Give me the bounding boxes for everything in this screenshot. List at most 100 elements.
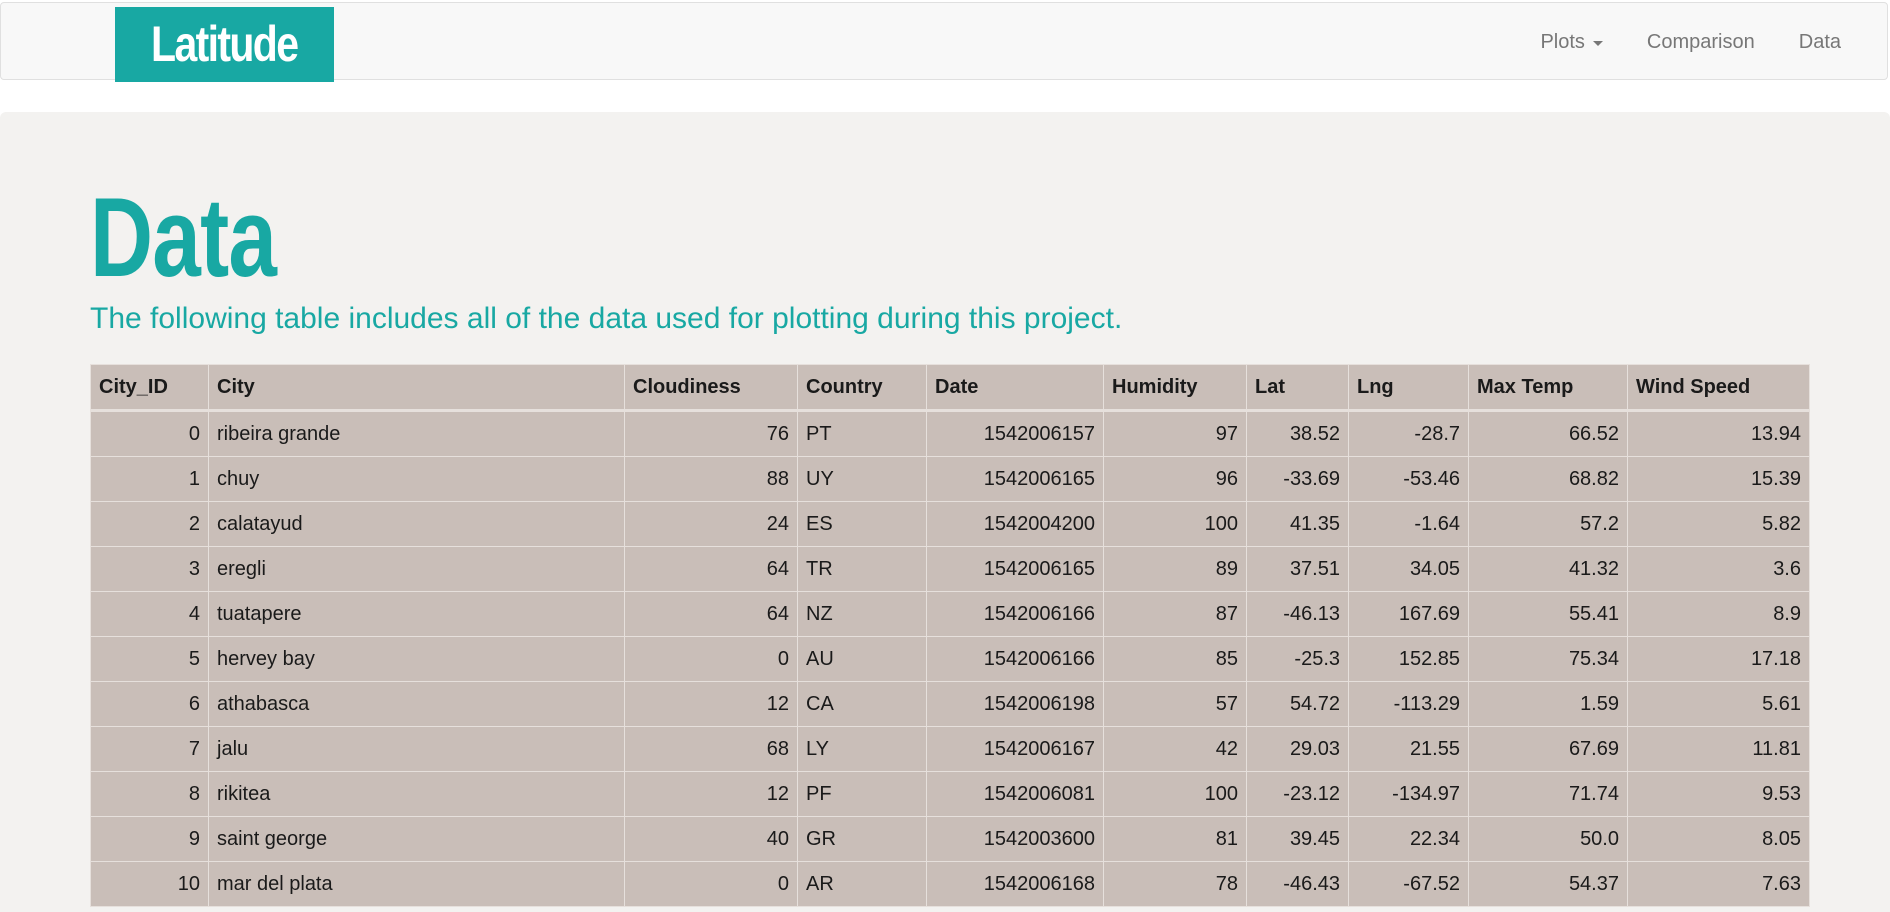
table-cell: -67.52 <box>1348 861 1469 907</box>
table-cell: -28.7 <box>1348 410 1469 457</box>
table-cell: 1542003600 <box>926 816 1104 862</box>
table-cell: 42 <box>1103 726 1247 772</box>
table-cell: 71.74 <box>1468 771 1628 817</box>
table-cell: 8.9 <box>1627 591 1810 637</box>
table-cell: saint george <box>208 816 625 862</box>
column-header-wind-speed[interactable]: Wind Speed <box>1627 364 1810 412</box>
page-title-text: Data <box>90 175 277 300</box>
table-cell: 55.41 <box>1468 591 1628 637</box>
table-cell: 8.05 <box>1627 816 1810 862</box>
table-cell: 41.32 <box>1468 546 1628 592</box>
page-title: Data <box>90 182 329 294</box>
table-cell: 1.59 <box>1468 681 1628 727</box>
table-cell: 13.94 <box>1627 410 1810 457</box>
table-cell: 0 <box>624 636 798 682</box>
column-header-max-temp[interactable]: Max Temp <box>1468 364 1628 412</box>
table-cell: 85 <box>1103 636 1247 682</box>
table-cell: rikitea <box>208 771 625 817</box>
table-cell: 41.35 <box>1246 501 1349 547</box>
table-cell: 64 <box>624 591 798 637</box>
table-cell: AR <box>797 861 927 907</box>
table-cell: chuy <box>208 456 625 502</box>
data-table: City_ID City Cloudiness Country Date Hum… <box>90 364 1810 907</box>
table-row: 0 ribeira grande 76 PT 1542006157 97 38.52 -28.… <box>90 410 1810 457</box>
table-row: 3 eregli 64 TR 1542006165 89 37.51 34.05 41.32 3.… <box>90 546 1810 592</box>
column-header-lat[interactable]: Lat <box>1246 364 1349 412</box>
table-cell: 89 <box>1103 546 1247 592</box>
table-cell: 8 <box>90 771 209 817</box>
navbar: Latitude Plots Comparison Data <box>0 2 1888 82</box>
table-cell: 0 <box>624 861 798 907</box>
table-cell: 76 <box>624 410 798 457</box>
table-cell: 24 <box>624 501 798 547</box>
brand-label: Latitude <box>151 16 299 72</box>
table-cell: -134.97 <box>1348 771 1469 817</box>
table-row: 9 saint george 40 GR 1542003600 81 39.45 22.34 5… <box>90 816 1810 862</box>
table-cell: -33.69 <box>1246 456 1349 502</box>
table-cell: 2 <box>90 501 209 547</box>
table-cell: AU <box>797 636 927 682</box>
table-cell: 9.53 <box>1627 771 1810 817</box>
table-cell: eregli <box>208 546 625 592</box>
table-cell: 5.82 <box>1627 501 1810 547</box>
table-cell: 167.69 <box>1348 591 1469 637</box>
table-cell: 37.51 <box>1246 546 1349 592</box>
table-row: 10 mar del plata 0 AR 1542006168 78 -46.43 -67.… <box>90 861 1810 907</box>
table-cell: 1542004200 <box>926 501 1104 547</box>
table-cell: 9 <box>90 816 209 862</box>
table-cell: 11.81 <box>1627 726 1810 772</box>
column-header-country[interactable]: Country <box>797 364 927 412</box>
table-cell: 15.39 <box>1627 456 1810 502</box>
table-cell: 7.63 <box>1627 861 1810 907</box>
table-cell: 88 <box>624 456 798 502</box>
table-row: 4 tuatapere 64 NZ 1542006166 87 -46.13 167.69 55… <box>90 591 1810 637</box>
table-cell: UY <box>797 456 927 502</box>
brand-logo[interactable]: Latitude <box>115 7 334 82</box>
nav-plots-dropdown[interactable]: Plots <box>1518 31 1624 54</box>
table-cell: PF <box>797 771 927 817</box>
nav-data-link[interactable]: Data <box>1777 31 1863 54</box>
column-header-city-id[interactable]: City_ID <box>90 364 209 412</box>
table-cell: athabasca <box>208 681 625 727</box>
table-cell: 81 <box>1103 816 1247 862</box>
table-row: 5 hervey bay 0 AU 1542006166 85 -25.3 152.85 75.… <box>90 636 1810 682</box>
table-cell: 100 <box>1103 771 1247 817</box>
table-cell: 29.03 <box>1246 726 1349 772</box>
table-cell: 64 <box>624 546 798 592</box>
table-cell: 57.2 <box>1468 501 1628 547</box>
table-cell: 1542006166 <box>926 591 1104 637</box>
table-cell: 67.69 <box>1468 726 1628 772</box>
table-cell: 96 <box>1103 456 1247 502</box>
table-cell: 10 <box>90 861 209 907</box>
table-cell: 4 <box>90 591 209 637</box>
column-header-city[interactable]: City <box>208 364 625 412</box>
table-cell: TR <box>797 546 927 592</box>
table-row: 6 athabasca 12 CA 1542006198 57 54.72 -113.29 1.… <box>90 681 1810 727</box>
table-cell: 3.6 <box>1627 546 1810 592</box>
column-header-date[interactable]: Date <box>926 364 1104 412</box>
table-cell: LY <box>797 726 927 772</box>
nav-comparison-link[interactable]: Comparison <box>1625 31 1777 54</box>
table-cell: 40 <box>624 816 798 862</box>
table-cell: 1542006167 <box>926 726 1104 772</box>
table-cell: NZ <box>797 591 927 637</box>
table-row: 1 chuy 88 UY 1542006165 96 -33.69 -53.46 68.82 15… <box>90 456 1810 502</box>
column-header-humidity[interactable]: Humidity <box>1103 364 1247 412</box>
table-cell: 1542006157 <box>926 410 1104 457</box>
table-row: 8 rikitea 12 PF 1542006081 100 -23.12 -134.97 71… <box>90 771 1810 817</box>
table-cell: CA <box>797 681 927 727</box>
table-cell: -23.12 <box>1246 771 1349 817</box>
table-cell: jalu <box>208 726 625 772</box>
table-cell: 5.61 <box>1627 681 1810 727</box>
table-cell: 1542006166 <box>926 636 1104 682</box>
column-header-lng[interactable]: Lng <box>1348 364 1469 412</box>
table-cell: 22.34 <box>1348 816 1469 862</box>
nav-data-label: Data <box>1798 30 1841 53</box>
table-cell: 1542006081 <box>926 771 1104 817</box>
table-cell: -113.29 <box>1348 681 1469 727</box>
page-subtitle: The following table includes all of the … <box>90 302 1123 335</box>
table-cell: 87 <box>1103 591 1247 637</box>
column-header-cloudiness[interactable]: Cloudiness <box>624 364 798 412</box>
table-cell: 1542006165 <box>926 546 1104 592</box>
table-cell: 57 <box>1103 681 1247 727</box>
